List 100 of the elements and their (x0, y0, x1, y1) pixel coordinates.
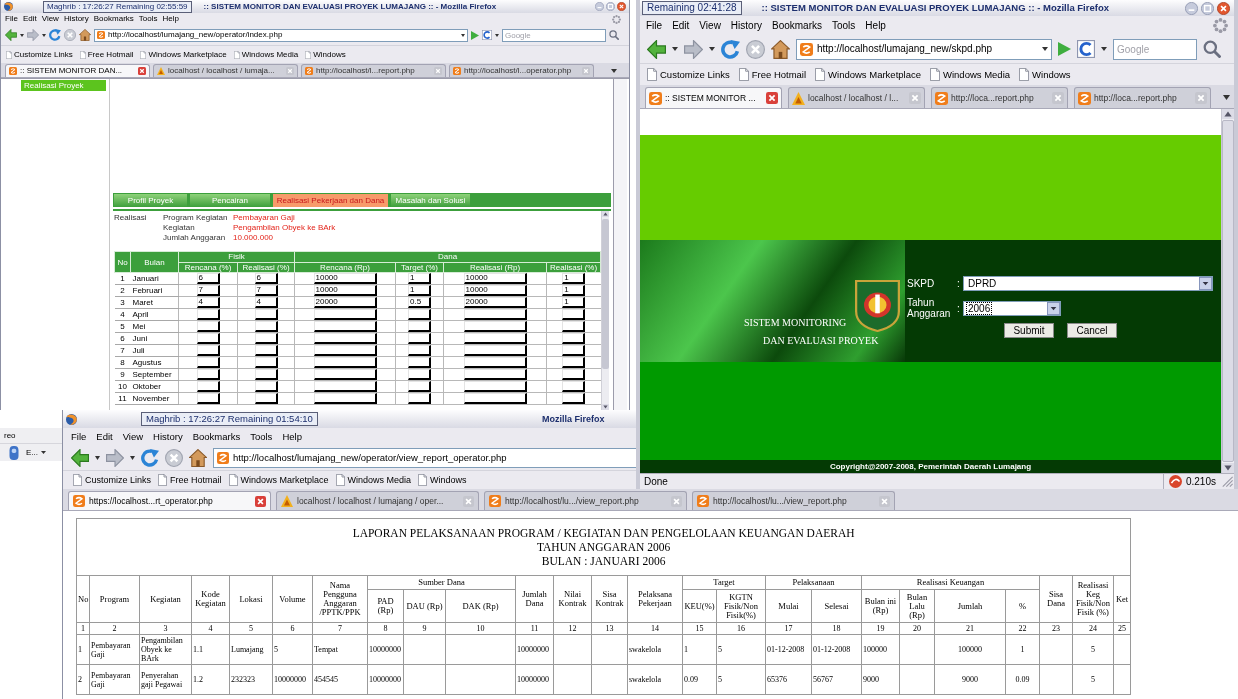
bookmark-link[interactable]: Windows Marketplace (815, 68, 921, 81)
menu-item[interactable]: Help (865, 20, 886, 31)
bookmark-link[interactable]: Windows Media (930, 68, 1011, 81)
input-field[interactable] (196, 321, 220, 332)
input-field[interactable] (562, 333, 586, 344)
browser-tab[interactable]: http://loca...report.php (931, 87, 1068, 108)
input-field[interactable] (562, 369, 586, 380)
browser-tab[interactable]: localhost / localhost / lumajang / oper... (276, 491, 479, 510)
menu-item[interactable]: Tools (832, 20, 856, 31)
input-field[interactable] (408, 333, 431, 344)
arrow-down-icon[interactable] (602, 404, 609, 410)
input-field[interactable] (254, 309, 278, 320)
input-field[interactable] (313, 357, 377, 368)
home-icon[interactable] (771, 39, 790, 59)
input-field[interactable] (254, 369, 278, 380)
input-field[interactable] (313, 309, 377, 320)
menu-item[interactable]: Edit (672, 20, 690, 31)
bookmark-link[interactable]: Windows Marketplace (140, 50, 227, 59)
input-field[interactable]: 7 (196, 285, 220, 296)
bookmark-link[interactable]: Customize Links (6, 50, 73, 59)
arrow-right-icon[interactable] (684, 39, 703, 59)
menu-item[interactable]: File (71, 431, 87, 442)
input-field[interactable]: 1 (408, 285, 431, 296)
menu-item[interactable]: Tools (138, 15, 158, 23)
menu-item[interactable]: File (646, 20, 663, 31)
bookmark-link[interactable]: Windows Media (233, 50, 299, 59)
search-engine-icon[interactable] (482, 30, 492, 40)
input-field[interactable]: 7 (254, 285, 278, 296)
toolbar-button[interactable]: E... (26, 448, 46, 457)
input-field[interactable] (562, 393, 586, 404)
input-field[interactable] (562, 309, 586, 320)
input-field[interactable] (254, 393, 278, 404)
reload-icon[interactable] (721, 39, 740, 59)
search-field[interactable]: Google (502, 28, 606, 42)
close-icon[interactable] (1217, 1, 1230, 15)
caret-down-icon[interactable] (672, 47, 678, 51)
input-field[interactable] (463, 381, 527, 392)
menu-item[interactable]: View (41, 15, 59, 23)
input-field[interactable] (196, 369, 220, 380)
address-field[interactable]: http://localhost/lumajang_new/operator/index.php (94, 28, 468, 42)
input-field[interactable] (463, 345, 527, 356)
bookmark-link[interactable]: Free Hotmail (158, 474, 222, 486)
input-field[interactable] (463, 369, 527, 380)
browser-tab[interactable]: :: SISTEM MONITOR ... (645, 87, 782, 108)
input-field[interactable] (196, 393, 220, 404)
input-field[interactable]: 6 (254, 273, 278, 284)
input-field[interactable] (196, 309, 220, 320)
select-field[interactable]: 2006 (963, 300, 1061, 316)
resize-grip-icon[interactable] (1222, 476, 1233, 487)
bookmark-link[interactable]: Windows Media (335, 474, 412, 486)
browser-tab[interactable]: http://localhost/lu.../view_report.php (484, 491, 687, 510)
cancel-button[interactable]: Cancel (1067, 323, 1117, 338)
menu-item[interactable]: Help (162, 15, 179, 23)
input-field[interactable] (313, 369, 377, 380)
input-field[interactable]: 10000 (313, 285, 377, 296)
input-field[interactable] (562, 345, 586, 356)
bookmark-link[interactable]: Free Hotmail (79, 50, 134, 59)
input-field[interactable]: 10000 (463, 285, 527, 296)
menu-item[interactable]: Edit (96, 431, 113, 442)
input-field[interactable] (313, 345, 377, 356)
menu-item[interactable]: History (153, 431, 183, 442)
input-field[interactable]: 1 (562, 297, 586, 308)
input-field[interactable] (408, 393, 431, 404)
input-field[interactable] (463, 357, 527, 368)
input-field[interactable] (463, 333, 527, 344)
select-field[interactable]: DPRD (963, 276, 1213, 291)
bookmark-link[interactable]: Windows (305, 50, 346, 59)
home-icon[interactable] (79, 29, 91, 41)
browser-tab[interactable]: http://localhost/l...report.php (301, 64, 446, 77)
address-field[interactable]: http://localhost/lumajang_new/skpd.php (796, 38, 1052, 60)
input-field[interactable] (562, 357, 586, 368)
caret-down-icon[interactable] (461, 33, 465, 37)
browser-tab[interactable]: localhost / localhost / l... (788, 87, 925, 108)
input-field[interactable]: 1 (562, 285, 586, 296)
input-field[interactable] (196, 345, 220, 356)
menu-item[interactable]: Help (282, 431, 302, 442)
scrollbar-thumb[interactable] (602, 219, 609, 369)
browser-tab[interactable]: http://loca...report.php (1074, 87, 1211, 108)
bookmark-link[interactable]: Windows (1019, 68, 1071, 81)
caret-down-icon[interactable] (130, 455, 135, 460)
caret-down-icon[interactable] (709, 47, 715, 51)
input-field[interactable]: 10000 (463, 273, 527, 284)
input-field[interactable] (254, 381, 278, 392)
input-field[interactable] (196, 381, 220, 392)
input-field[interactable] (562, 321, 586, 332)
input-field[interactable] (408, 345, 431, 356)
caret-down-icon[interactable] (1101, 47, 1107, 51)
arrow-up-icon[interactable] (602, 211, 609, 217)
input-field[interactable] (254, 321, 278, 332)
input-field[interactable] (463, 393, 527, 404)
home-icon[interactable] (189, 448, 207, 467)
input-field[interactable]: 1 (562, 273, 586, 284)
caret-down-icon[interactable] (1042, 47, 1048, 51)
arrow-up-icon[interactable] (1222, 109, 1234, 119)
input-field[interactable] (313, 393, 377, 404)
input-field[interactable] (254, 333, 278, 344)
menu-item[interactable]: View (122, 431, 144, 442)
menu-item[interactable]: Bookmarks (93, 15, 134, 23)
browser-tab[interactable]: localhost / localhost / lumaja... (153, 64, 298, 77)
caret-down-icon[interactable] (495, 33, 499, 37)
